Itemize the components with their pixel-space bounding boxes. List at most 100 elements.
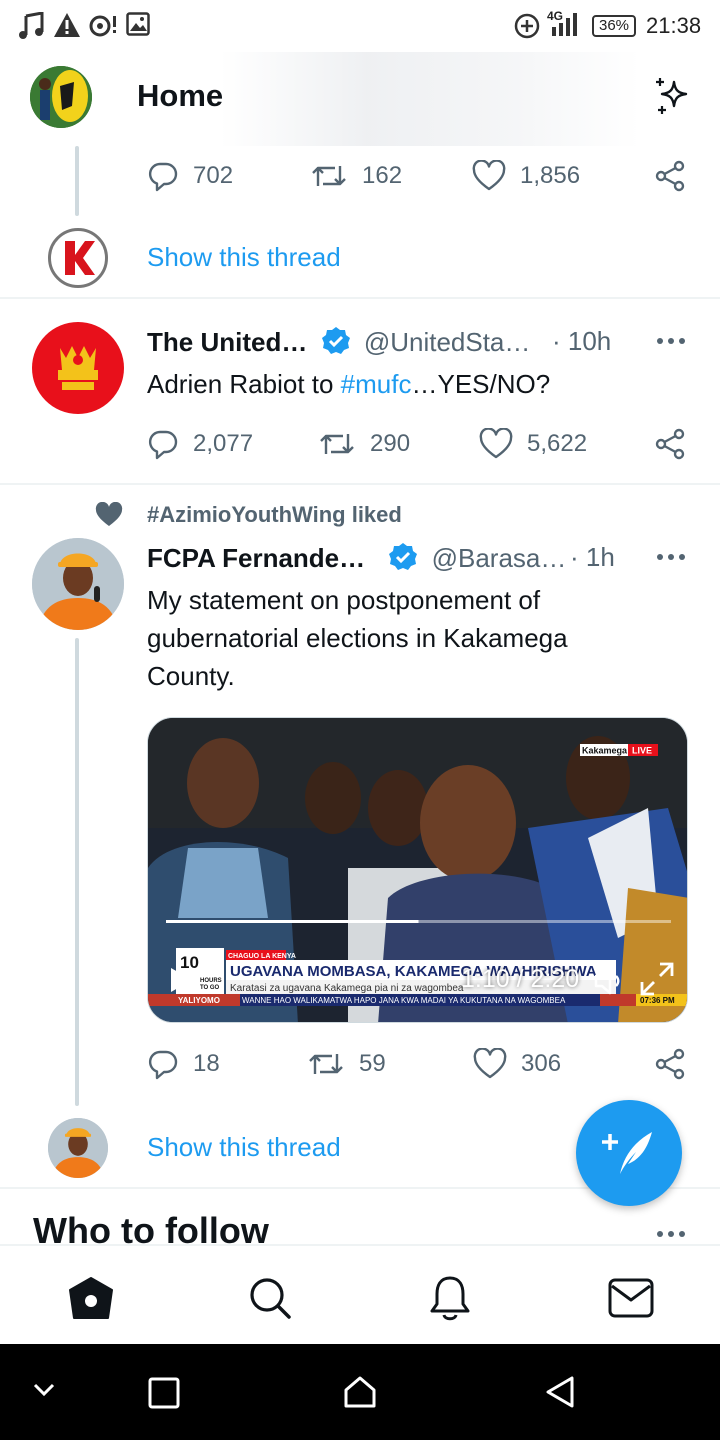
verified-badge-icon — [389, 543, 418, 570]
reply-count: 2,077 — [193, 430, 254, 457]
volume-icon[interactable] — [593, 966, 627, 996]
verified-badge-icon — [321, 327, 350, 354]
heart-icon — [472, 160, 506, 191]
divider — [0, 483, 720, 485]
more-options-icon[interactable] — [656, 552, 686, 562]
chevron-down-icon[interactable] — [32, 1382, 56, 1398]
like-button[interactable]: 1,856 — [472, 160, 580, 192]
retweet-icon — [309, 1054, 343, 1074]
timestamp[interactable]: · 1h — [570, 542, 615, 573]
badge-text: HOURS — [200, 978, 222, 984]
avatar[interactable] — [48, 1118, 108, 1178]
like-count: 1,856 — [520, 162, 581, 189]
show-thread-link[interactable]: Show this thread — [147, 242, 341, 273]
like-count: 5,622 — [527, 430, 588, 457]
retweet-button[interactable]: 290 — [318, 428, 410, 460]
reply-button[interactable]: 2,077 — [147, 428, 253, 460]
show-thread-link[interactable]: Show this thread — [147, 1132, 341, 1163]
header-blur — [220, 52, 640, 146]
tweet-header: FCPA Fernande… @Barasa… — [147, 542, 566, 574]
avatar[interactable] — [32, 322, 124, 414]
reply-button[interactable]: 18 — [147, 1048, 220, 1080]
sparkle-icon[interactable] — [652, 76, 692, 116]
battery-icon: 36% — [592, 15, 636, 37]
search-icon[interactable] — [248, 1276, 292, 1320]
tweet-text-part: Adrien Rabiot to — [147, 369, 341, 399]
back-icon[interactable] — [542, 1374, 578, 1410]
system-navigation-bar — [0, 1344, 720, 1440]
recent-apps-icon[interactable] — [147, 1376, 181, 1410]
display-name[interactable]: FCPA Fernande… — [147, 543, 365, 573]
retweet-count: 162 — [362, 162, 403, 189]
heart-icon — [479, 428, 513, 459]
display-name[interactable]: The United… — [147, 327, 307, 357]
fullscreen-icon[interactable] — [638, 960, 676, 998]
banner-top: CHAGUO LA KENYA — [228, 953, 296, 960]
reply-icon — [148, 162, 178, 192]
ticker-text: WANNE HAO WALIKAMATWA HAPO JANA KWA MADA… — [242, 996, 566, 1005]
heart-icon — [473, 1048, 507, 1079]
retweet-icon — [312, 166, 346, 186]
notifications-bell-icon[interactable] — [428, 1274, 472, 1322]
ticker-left: YALIYOMO — [178, 996, 220, 1005]
compose-feather-icon — [602, 1132, 652, 1174]
profile-photo — [48, 1118, 108, 1178]
reply-count: 702 — [193, 162, 234, 189]
progress-fill — [166, 920, 419, 923]
retweet-button[interactable]: 59 — [307, 1048, 386, 1080]
retweet-icon — [320, 434, 354, 454]
k24-logo — [65, 241, 95, 275]
timestamp[interactable]: · 10h — [552, 326, 611, 357]
social-context[interactable]: #AzimioYouthWing liked — [147, 502, 402, 528]
messages-envelope-icon[interactable] — [608, 1278, 654, 1318]
liked-heart-icon — [95, 502, 123, 526]
avatar[interactable] — [48, 228, 108, 288]
status-bar: 4G 36% 21:38 — [0, 0, 720, 52]
handle[interactable]: @UnitedSta… — [364, 327, 531, 357]
share-icon[interactable] — [654, 1048, 686, 1080]
more-options-icon[interactable] — [656, 336, 686, 346]
like-button[interactable]: 306 — [473, 1048, 561, 1080]
tweet-text-part: …YES/NO? — [411, 369, 551, 399]
hashtag-link[interactable]: #mufc — [341, 369, 412, 399]
retweet-count: 290 — [370, 430, 411, 457]
music-icon — [19, 12, 44, 39]
retweet-button[interactable]: 162 — [310, 160, 402, 192]
compose-tweet-button[interactable] — [576, 1100, 682, 1206]
profile-photo — [32, 538, 124, 630]
home-icon[interactable] — [68, 1276, 114, 1320]
tweet-text: Adrien Rabiot to #mufc…YES/NO? — [147, 365, 550, 403]
video-player[interactable]: Kakamega LIVE 10 HOURS TO GO CHAGUO LA K… — [147, 717, 688, 1023]
system-home-icon[interactable] — [342, 1374, 378, 1410]
share-icon[interactable] — [654, 428, 686, 460]
reply-icon — [148, 430, 178, 460]
clock: 21:38 — [646, 13, 702, 38]
page-title: Home — [137, 78, 224, 113]
thread-line — [75, 146, 79, 216]
live-place-label: Kakamega — [582, 746, 628, 756]
profile-avatar-button[interactable] — [30, 66, 92, 128]
data-saver-icon — [514, 13, 540, 39]
play-icon[interactable] — [168, 966, 194, 994]
reply-button[interactable]: 702 — [147, 160, 233, 192]
avatar[interactable] — [32, 538, 124, 630]
mic-icon — [89, 15, 116, 37]
tweet-text: My statement on postponement of gubernat… — [147, 585, 568, 691]
reply-icon — [148, 1050, 178, 1080]
like-count: 306 — [521, 1050, 562, 1077]
bottom-navigation — [0, 1244, 720, 1344]
signal-icon — [552, 13, 577, 36]
who-to-follow-title: Who to follow — [33, 1210, 269, 1244]
warning-icon — [54, 13, 80, 37]
live-label: LIVE — [632, 746, 652, 756]
more-options-icon[interactable] — [656, 1229, 686, 1239]
retweet-count: 59 — [359, 1050, 386, 1077]
like-button[interactable]: 5,622 — [479, 428, 587, 460]
video-time: 1:10 / 2:20 — [461, 965, 580, 993]
battery-level: 36% — [598, 17, 630, 34]
timeline: 702 162 1,856 Show this thread The Unite… — [0, 146, 720, 1244]
image-icon — [126, 12, 150, 36]
handle[interactable]: @Barasa… — [432, 543, 567, 573]
share-icon[interactable] — [654, 160, 686, 192]
divider — [0, 297, 720, 299]
